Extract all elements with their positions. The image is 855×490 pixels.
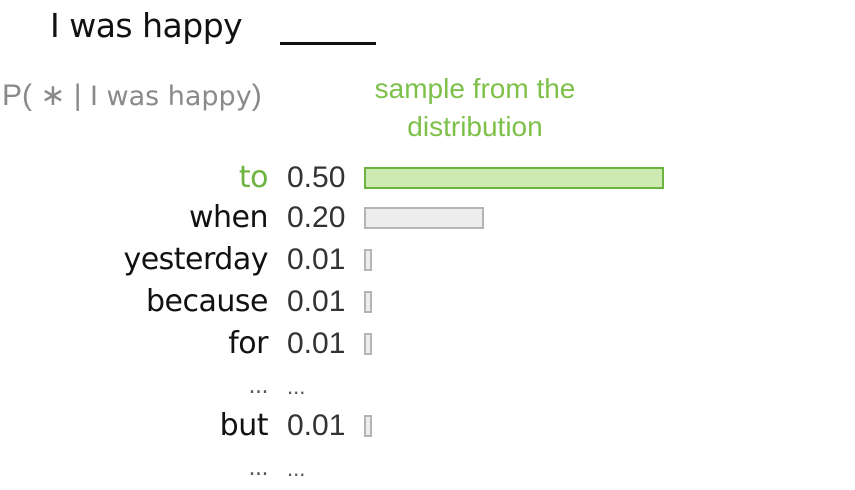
- probability-label-suffix: ): [251, 79, 262, 112]
- distribution-row: yesterday 0.01: [0, 240, 855, 280]
- distribution-row: to 0.50: [0, 158, 855, 198]
- ellipsis-prob: ...: [287, 456, 306, 481]
- sample-annotation-line2: distribution: [407, 111, 543, 142]
- candidate-word: for: [228, 326, 268, 361]
- probability-value: 0.01: [287, 409, 346, 442]
- probability-bar: [364, 415, 372, 437]
- distribution-row: when 0.20: [0, 198, 855, 238]
- probability-value: 0.01: [287, 285, 346, 318]
- ellipsis-row: ......: [0, 452, 855, 490]
- ellipsis-word: ...: [248, 374, 269, 399]
- candidate-word: yesterday: [123, 242, 268, 277]
- probability-value: 0.20: [287, 201, 346, 234]
- candidate-word: because: [146, 284, 268, 319]
- probability-bar: [364, 207, 484, 229]
- probability-bar: [364, 333, 372, 355]
- probability-value: 0.01: [287, 327, 346, 360]
- sample-annotation: sample from the distribution: [340, 70, 610, 146]
- sampling-diagram: I was happy P( ∗ | I was happy) sample f…: [0, 0, 855, 490]
- candidate-word: but: [219, 408, 269, 443]
- probability-label-context: I was happy: [89, 81, 252, 112]
- probability-label: P( ∗ | I was happy): [2, 78, 262, 113]
- prompt-text: I was happy: [50, 6, 243, 45]
- probability-value: 0.01: [287, 243, 346, 276]
- selected-probability-bar: [364, 167, 664, 189]
- ellipsis-prob: ...: [287, 374, 306, 399]
- ellipsis-word: ...: [248, 456, 269, 481]
- candidate-word: to: [238, 160, 269, 195]
- distribution-row: for 0.01: [0, 324, 855, 364]
- prompt-blank: [280, 42, 376, 45]
- distribution-row: because 0.01: [0, 282, 855, 322]
- probability-bar: [364, 291, 372, 313]
- probability-value: 0.50: [287, 161, 346, 194]
- candidate-word: when: [188, 200, 269, 235]
- probability-label-prefix: P( ∗ |: [2, 79, 90, 112]
- ellipsis-row: ......: [0, 370, 855, 410]
- distribution-row: but 0.01: [0, 406, 855, 446]
- sample-annotation-line1: sample from the: [374, 73, 576, 104]
- probability-bar: [364, 249, 372, 271]
